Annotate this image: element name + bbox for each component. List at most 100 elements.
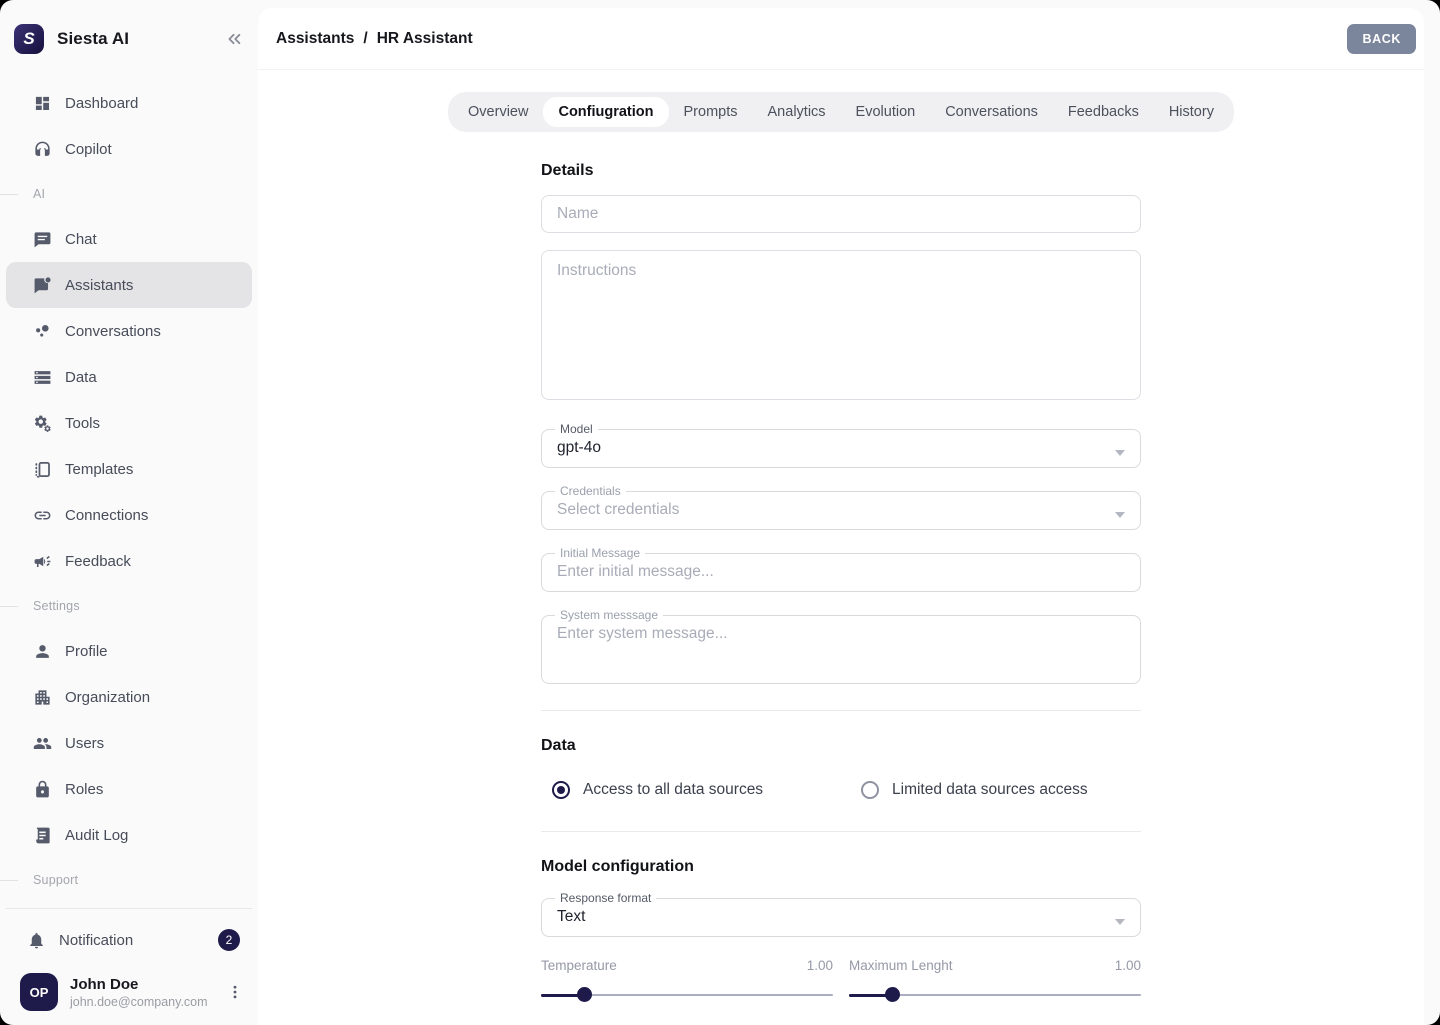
max-length-label: Maximum Lenght	[849, 958, 953, 973]
avatar: OP	[20, 973, 58, 1011]
breadcrumb-separator: /	[363, 30, 367, 48]
initial-message-label: Initial Message	[555, 546, 645, 560]
person-icon	[33, 642, 52, 661]
double-chevron-left-icon[interactable]	[224, 29, 244, 49]
model-select[interactable]: Model gpt-4o	[541, 422, 1141, 468]
back-button[interactable]: BACK	[1347, 24, 1416, 54]
dashboard-icon	[33, 94, 52, 113]
instructions-input[interactable]	[541, 250, 1141, 400]
model-config-heading: Model configuration	[541, 858, 1141, 876]
nav-group-support: Support	[0, 858, 258, 902]
sidebar-item-tools[interactable]: Tools	[6, 400, 252, 446]
slider-thumb[interactable]	[885, 987, 900, 1002]
slider-thumb[interactable]	[577, 987, 592, 1002]
user-name: John Doe	[70, 976, 208, 993]
max-length-value: 1.00	[1115, 958, 1141, 973]
tab-prompts[interactable]: Prompts	[669, 97, 753, 127]
credentials-select[interactable]: Credentials Select credentials	[541, 484, 1141, 530]
tab-evolution[interactable]: Evolution	[841, 97, 931, 127]
template-icon	[33, 460, 52, 479]
credentials-select-placeholder: Select credentials	[556, 498, 1128, 520]
user-meta: John Doe john.doe@company.com	[70, 976, 208, 1009]
building-icon	[33, 688, 52, 707]
chevron-down-icon	[1115, 512, 1125, 518]
user-card[interactable]: OP John Doe john.doe@company.com	[0, 963, 258, 1015]
sidebar-item-templates[interactable]: Templates	[6, 446, 252, 492]
radio-all-data-sources[interactable]: Access to all data sources	[541, 781, 841, 799]
sidebar-item-assistants[interactable]: Assistants	[6, 262, 252, 308]
brand: S Siesta AI	[0, 0, 258, 54]
sidebar-item-dashboard[interactable]: Dashboard	[6, 80, 252, 126]
kebab-menu-icon[interactable]	[226, 983, 244, 1001]
megaphone-icon	[33, 552, 52, 571]
brand-name: Siesta AI	[57, 29, 129, 49]
tab-history[interactable]: History	[1154, 97, 1229, 127]
app-window: S Siesta AI Dashboard Copilot AI Chat	[0, 0, 1440, 1025]
radio-unselected-icon[interactable]	[861, 781, 879, 799]
tab-bar-wrap: Overview Confiugration Prompts Analytics…	[258, 92, 1424, 132]
sidebar-item-conversations[interactable]: Conversations	[6, 308, 252, 354]
system-message-input[interactable]: System messsage Enter system message...	[541, 608, 1141, 684]
breadcrumb-parent[interactable]: Assistants	[276, 30, 354, 48]
model-select-label: Model	[555, 422, 598, 436]
response-format-value: Text	[556, 905, 1128, 927]
user-email: john.doe@company.com	[70, 995, 208, 1009]
sidebar: S Siesta AI Dashboard Copilot AI Chat	[0, 0, 258, 1025]
sidebar-bottom: Notification 2 OP John Doe john.doe@comp…	[0, 908, 258, 1025]
sidebar-nav: Dashboard Copilot AI Chat Assistants Con…	[0, 80, 258, 902]
chat-bubble-icon	[33, 230, 52, 249]
sidebar-item-users[interactable]: Users	[6, 720, 252, 766]
sidebar-item-organization[interactable]: Organization	[6, 674, 252, 720]
sidebar-divider	[6, 908, 252, 909]
sidebar-item-profile[interactable]: Profile	[6, 628, 252, 674]
tab-overview[interactable]: Overview	[453, 97, 543, 127]
max-length-slider[interactable]	[849, 987, 1141, 1002]
nav-group-settings: Settings	[0, 584, 258, 628]
system-message-label: System messsage	[555, 608, 663, 622]
storage-icon	[33, 368, 52, 387]
credentials-select-label: Credentials	[555, 484, 626, 498]
temperature-slider[interactable]	[541, 987, 833, 1002]
siesta-logo: S	[14, 24, 44, 54]
response-format-label: Response format	[555, 891, 656, 905]
sidebar-item-connections[interactable]: Connections	[6, 492, 252, 538]
sidebar-item-data[interactable]: Data	[6, 354, 252, 400]
response-format-select[interactable]: Response format Text	[541, 891, 1141, 937]
group-divider	[0, 194, 18, 195]
sidebar-item-audit-log[interactable]: Audit Log	[6, 812, 252, 858]
temperature-slider-block: Temperature 1.00	[541, 958, 833, 1002]
tab-feedbacks[interactable]: Feedbacks	[1053, 97, 1154, 127]
dots-cluster-icon	[33, 322, 52, 341]
chevron-down-icon	[1115, 919, 1125, 925]
radio-limited-data-sources[interactable]: Limited data sources access	[841, 781, 1141, 799]
data-heading: Data	[541, 737, 1141, 755]
sidebar-item-feedback[interactable]: Feedback	[6, 538, 252, 584]
temperature-value: 1.00	[807, 958, 833, 973]
nav-group-ai: AI	[0, 172, 258, 216]
page-header: Assistants / HR Assistant BACK	[258, 8, 1424, 70]
model-sliders: Temperature 1.00 Maximum Lenght 1.00	[541, 958, 1141, 1025]
assistant-bubble-icon	[33, 276, 52, 295]
sidebar-item-roles[interactable]: Roles	[6, 766, 252, 812]
data-sources-options: Access to all data sources Limited data …	[541, 781, 1141, 799]
section-divider	[541, 710, 1141, 711]
initial-message-placeholder: Enter initial message...	[556, 560, 1128, 582]
initial-message-input[interactable]: Initial Message Enter initial message...	[541, 546, 1141, 592]
name-input[interactable]	[541, 195, 1141, 233]
sidebar-item-chat[interactable]: Chat	[6, 216, 252, 262]
max-length-slider-block: Maximum Lenght 1.00	[849, 958, 1141, 1002]
notification-badge: 2	[218, 929, 240, 951]
sidebar-item-copilot[interactable]: Copilot	[6, 126, 252, 172]
group-divider	[0, 606, 18, 607]
link-icon	[33, 506, 52, 525]
gears-icon	[33, 414, 52, 433]
radio-selected-icon[interactable]	[552, 781, 570, 799]
system-message-placeholder: Enter system message...	[556, 622, 1128, 674]
headset-icon	[33, 140, 52, 159]
details-heading: Details	[541, 162, 1141, 180]
main-panel: Assistants / HR Assistant BACK Overview …	[258, 8, 1424, 1025]
tab-conversations[interactable]: Conversations	[930, 97, 1053, 127]
notification-item[interactable]: Notification 2	[0, 917, 258, 963]
tab-configuration[interactable]: Confiugration	[543, 97, 668, 127]
tab-analytics[interactable]: Analytics	[753, 97, 841, 127]
